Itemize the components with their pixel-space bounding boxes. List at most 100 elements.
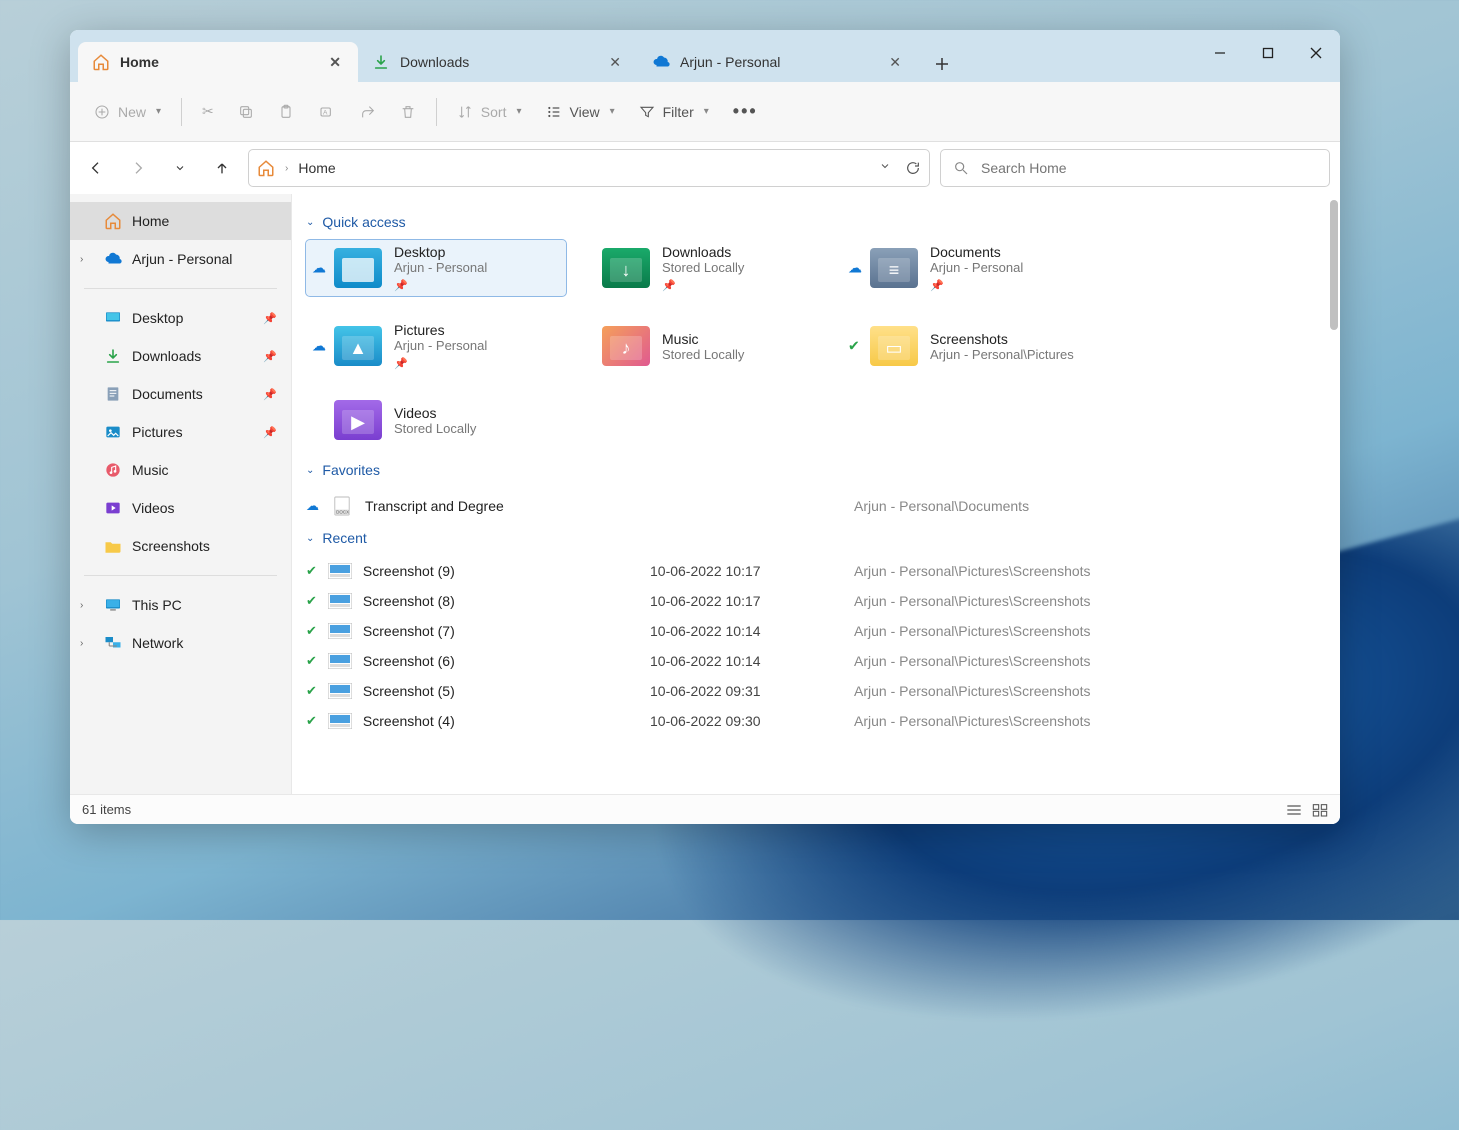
- sort-icon: [457, 104, 473, 120]
- sidebar-item-label: Network: [132, 635, 183, 651]
- chevron-right-icon[interactable]: ›: [80, 638, 83, 649]
- item-name: Screenshot (4): [363, 713, 455, 729]
- tab-home[interactable]: Home ✕: [78, 42, 358, 82]
- recent-item[interactable]: ✔ Screenshot (8) 10-06-2022 10:17 Arjun …: [306, 586, 1316, 616]
- image-thumbnail-icon: [327, 683, 353, 699]
- sidebar-item-desktop[interactable]: Desktop 📌: [70, 299, 291, 337]
- tab-onedrive[interactable]: Arjun - Personal ✕: [638, 42, 918, 82]
- view-button[interactable]: View ▾: [536, 93, 625, 131]
- address-bar[interactable]: › Home: [248, 149, 930, 187]
- item-location: Arjun - Personal\Pictures: [930, 347, 1074, 362]
- chevron-right-icon[interactable]: ›: [80, 600, 83, 611]
- search-input[interactable]: [981, 160, 1317, 176]
- tab-close-icon[interactable]: ✕: [882, 50, 908, 75]
- quick-access-item[interactable]: ↓ Downloads Stored Locally 📌: [574, 240, 834, 296]
- cut-button[interactable]: ✂: [192, 93, 224, 131]
- recent-item[interactable]: ✔ Screenshot (5) 10-06-2022 09:31 Arjun …: [306, 676, 1316, 706]
- section-quick-access-header[interactable]: ⌄ Quick access: [306, 214, 1316, 230]
- delete-button[interactable]: [390, 93, 426, 131]
- copy-button[interactable]: [228, 93, 264, 131]
- tab-downloads[interactable]: Downloads ✕: [358, 42, 638, 82]
- item-name: Screenshot (9): [363, 563, 455, 579]
- item-path: Arjun - Personal\Documents: [854, 498, 1029, 514]
- quick-access-item[interactable]: ☁ Desktop Arjun - Personal 📌: [306, 240, 566, 296]
- pin-icon: 📌: [263, 388, 277, 401]
- sidebar-item-label: Pictures: [132, 424, 183, 440]
- new-button[interactable]: New ▾: [84, 93, 171, 131]
- up-button[interactable]: [206, 152, 238, 184]
- onedrive-icon: [104, 250, 122, 268]
- new-tab-button[interactable]: [924, 46, 960, 82]
- recent-locations-button[interactable]: [164, 152, 196, 184]
- videos-icon: [104, 499, 122, 517]
- synced-icon: ✔: [306, 713, 317, 729]
- sidebar-item-this-pc[interactable]: › This PC: [70, 586, 291, 624]
- close-button[interactable]: [1292, 30, 1340, 76]
- details-view-button[interactable]: [1286, 803, 1302, 817]
- section-favorites-header[interactable]: ⌄ Favorites: [306, 462, 1316, 478]
- back-button[interactable]: [80, 152, 112, 184]
- tab-close-icon[interactable]: ✕: [602, 50, 628, 75]
- divider: [84, 288, 277, 289]
- separator: [181, 98, 182, 126]
- sidebar-item-network[interactable]: › Network: [70, 624, 291, 662]
- sidebar-item-documents[interactable]: Documents 📌: [70, 375, 291, 413]
- download-icon: [104, 347, 122, 365]
- item-path: Arjun - Personal\Pictures\Screenshots: [854, 713, 1091, 729]
- address-dropdown-icon[interactable]: [879, 160, 891, 176]
- sidebar-item-downloads[interactable]: Downloads 📌: [70, 337, 291, 375]
- quick-access-item[interactable]: ▶ Videos Stored Locally: [306, 396, 566, 444]
- cloud-status-icon: ☁: [312, 338, 326, 355]
- favorite-item[interactable]: ☁ DOCX Transcript and Degree Arjun - Per…: [306, 488, 1316, 524]
- quick-access-item[interactable]: ☁ ▲ Pictures Arjun - Personal 📌: [306, 318, 566, 374]
- scrollbar-thumb[interactable]: [1330, 200, 1338, 330]
- forward-button[interactable]: [122, 152, 154, 184]
- pin-icon: 📌: [263, 312, 277, 325]
- filter-button[interactable]: Filter ▾: [629, 93, 719, 131]
- sidebar-item-videos[interactable]: Videos: [70, 489, 291, 527]
- item-name: Videos: [394, 405, 476, 421]
- sidebar-item-music[interactable]: Music: [70, 451, 291, 489]
- image-thumbnail-icon: [327, 623, 353, 639]
- navigation-pane: Home › Arjun - Personal Desktop 📌 Downlo…: [70, 194, 292, 794]
- file-explorer-window: Home ✕ Downloads ✕ Arjun - Personal ✕ Ne…: [70, 30, 1340, 824]
- rename-button[interactable]: A: [308, 93, 346, 131]
- paste-button[interactable]: [268, 93, 304, 131]
- recent-item[interactable]: ✔ Screenshot (7) 10-06-2022 10:14 Arjun …: [306, 616, 1316, 646]
- quick-access-item[interactable]: ☁ ≡ Documents Arjun - Personal 📌: [842, 240, 1102, 296]
- quick-access-item[interactable]: ♪ Music Stored Locally: [574, 318, 834, 374]
- new-label: New: [118, 104, 146, 120]
- item-path: Arjun - Personal\Pictures\Screenshots: [854, 653, 1091, 669]
- sort-button[interactable]: Sort ▾: [447, 93, 532, 131]
- chevron-down-icon: ⌄: [306, 533, 314, 544]
- chevron-right-icon[interactable]: ›: [80, 254, 83, 265]
- section-recent-header[interactable]: ⌄ Recent: [306, 530, 1316, 546]
- search-icon: [953, 160, 969, 176]
- new-icon: [94, 104, 110, 120]
- command-toolbar: New ▾ ✂ A Sort ▾ View ▾ Filter ▾ •••: [70, 82, 1340, 142]
- thumbnails-view-button[interactable]: [1312, 803, 1328, 817]
- chevron-right-icon: ›: [285, 163, 288, 174]
- recent-item[interactable]: ✔ Screenshot (9) 10-06-2022 10:17 Arjun …: [306, 556, 1316, 586]
- sidebar-item-pictures[interactable]: Pictures 📌: [70, 413, 291, 451]
- refresh-button[interactable]: [905, 160, 921, 176]
- quick-access-item[interactable]: ✔ ▭ Screenshots Arjun - Personal\Picture…: [842, 318, 1102, 374]
- maximize-button[interactable]: [1244, 30, 1292, 76]
- recent-item[interactable]: ✔ Screenshot (4) 10-06-2022 09:30 Arjun …: [306, 706, 1316, 736]
- network-icon: [104, 634, 122, 652]
- search-box[interactable]: [940, 149, 1330, 187]
- divider: [84, 575, 277, 576]
- breadcrumb[interactable]: Home: [298, 160, 335, 176]
- minimize-button[interactable]: [1196, 30, 1244, 76]
- sidebar-item-screenshots[interactable]: Screenshots: [70, 527, 291, 565]
- image-thumbnail-icon: [327, 593, 353, 609]
- recent-item[interactable]: ✔ Screenshot (6) 10-06-2022 10:14 Arjun …: [306, 646, 1316, 676]
- chevron-down-icon: ▾: [610, 106, 615, 117]
- tab-close-icon[interactable]: ✕: [322, 50, 348, 75]
- sidebar-item-home[interactable]: Home: [70, 202, 291, 240]
- sidebar-item-onedrive[interactable]: › Arjun - Personal: [70, 240, 291, 278]
- favorites-list: ☁ DOCX Transcript and Degree Arjun - Per…: [306, 488, 1316, 524]
- more-button[interactable]: •••: [723, 93, 768, 131]
- image-thumbnail-icon: [327, 713, 353, 729]
- share-button[interactable]: [350, 93, 386, 131]
